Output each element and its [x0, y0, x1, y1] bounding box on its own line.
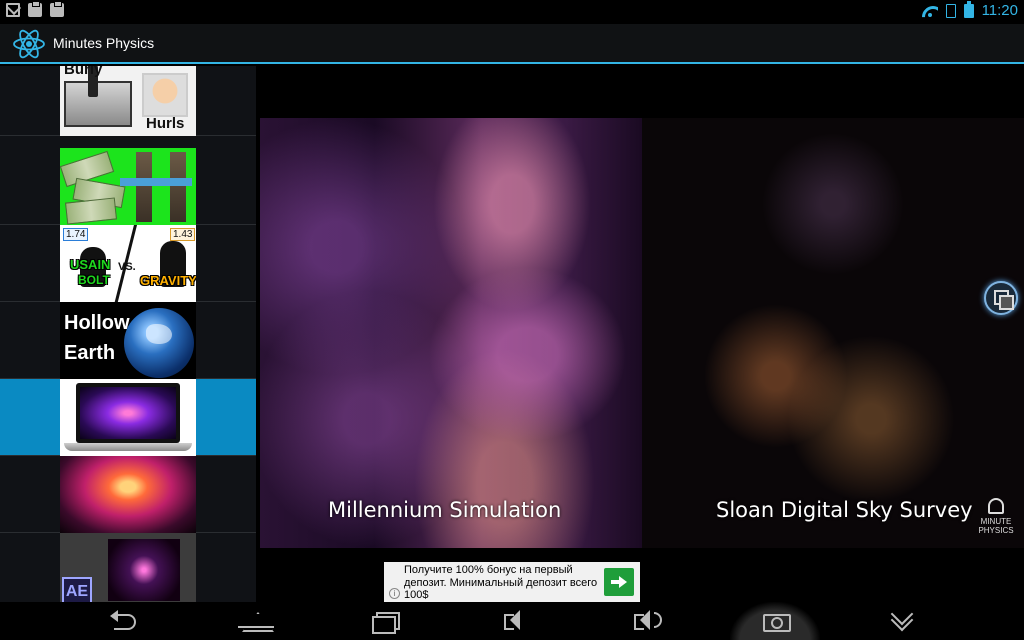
list-item[interactable]: AE	[0, 533, 256, 602]
atom-icon[interactable]	[12, 27, 46, 61]
video-list[interactable]: Burly Hurls 1.74 1.43 USAIN BOLT VS. GRA…	[0, 66, 256, 602]
thumb-text: USAIN	[70, 257, 111, 272]
video-caption-right: Sloan Digital Sky Survey	[716, 498, 973, 522]
clipboard-check-icon	[50, 1, 64, 17]
ad-banner[interactable]: Получите 100% бонус на первый депозит. М…	[384, 562, 640, 602]
action-bar: Minutes Physics	[0, 24, 1024, 64]
system-icons: 11:20	[922, 0, 1018, 19]
thumb-text: 1.43	[170, 228, 196, 241]
laptop-screen	[76, 383, 180, 443]
bridge-tower	[136, 152, 152, 222]
watermark-text: MINUTE	[980, 517, 1012, 526]
video-player[interactable]: Millennium Simulation Sloan Digital Sky …	[260, 118, 1024, 548]
back-icon[interactable]	[106, 606, 150, 636]
clock: 11:20	[981, 2, 1018, 19]
cell-signal-icon	[945, 3, 956, 18]
baby-photo	[142, 73, 188, 117]
after-effects-logo: AE	[62, 577, 92, 602]
thumb-text: GRAVITY	[140, 273, 196, 288]
thumbnail-nebula	[60, 456, 196, 533]
preview-panel	[108, 539, 180, 601]
ad-info-icon[interactable]: i	[389, 588, 400, 599]
thumb-text: BOLT	[78, 273, 110, 287]
volume-up-icon[interactable]	[624, 606, 668, 636]
thumbnail-burly-hurls: Burly Hurls	[60, 66, 196, 136]
millennium-simulation-image	[260, 118, 642, 548]
bridge-span	[120, 178, 192, 186]
cash-image	[64, 197, 118, 225]
arrow-right-icon[interactable]	[604, 568, 634, 596]
thumb-text: Hurls	[146, 115, 185, 132]
chevron-down-icon[interactable]	[880, 606, 924, 636]
thumb-text: Earth	[64, 342, 116, 364]
home-icon[interactable]	[234, 606, 278, 636]
thumb-text: 1.74	[63, 228, 89, 241]
list-item[interactable]: Burly Hurls	[0, 66, 256, 136]
clipboard-check-icon	[28, 1, 42, 17]
volume-wave	[654, 612, 662, 628]
screenshot-button[interactable]	[730, 602, 820, 640]
laptop-base	[64, 443, 192, 451]
mail-icon	[6, 3, 20, 17]
thumbnail-laptop-simulation	[60, 379, 196, 456]
old-photo	[64, 81, 132, 127]
sloan-survey-image	[642, 118, 1024, 548]
notification-icons	[6, 1, 64, 17]
bridge-tower	[170, 152, 186, 222]
battery-icon	[963, 0, 974, 18]
list-item[interactable]: 1.74 1.43 USAIN BOLT VS. GRAVITY	[0, 225, 256, 302]
earth-globe	[124, 308, 194, 378]
thumbnail-usain-bolt-vs-gravity: 1.74 1.43 USAIN BOLT VS. GRAVITY	[60, 225, 196, 302]
screenshot-icon[interactable]	[753, 606, 797, 636]
thumb-text: Burly	[64, 66, 103, 78]
thumbnail-after-effects: AE	[60, 533, 196, 602]
floating-window-icon[interactable]	[984, 281, 1018, 315]
wifi-icon	[922, 4, 938, 18]
recent-apps-icon[interactable]	[364, 606, 408, 636]
list-item[interactable]: Hollow Earth	[0, 302, 256, 379]
minute-physics-watermark: MINUTE PHYSICS	[972, 498, 1020, 544]
thumbnail-hollow-earth: Hollow Earth	[60, 302, 196, 379]
thumb-text: Hollow	[64, 312, 130, 334]
list-item[interactable]	[0, 148, 256, 225]
volume-down-icon[interactable]	[494, 606, 538, 636]
list-item-selected[interactable]	[0, 379, 256, 456]
status-bar: 11:20	[0, 0, 1024, 24]
navigation-bar	[0, 602, 1024, 640]
thumbnail-money-bridge	[60, 148, 196, 225]
watermark-text: PHYSICS	[978, 526, 1014, 535]
thumb-text: VS.	[118, 261, 136, 273]
ad-text[interactable]: Получите 100% бонус на первый депозит. М…	[404, 564, 600, 602]
minute-physics-logo-icon	[988, 498, 1004, 514]
video-caption-left: Millennium Simulation	[328, 498, 562, 522]
list-item[interactable]	[0, 456, 256, 533]
app-title: Minutes Physics	[53, 35, 155, 51]
